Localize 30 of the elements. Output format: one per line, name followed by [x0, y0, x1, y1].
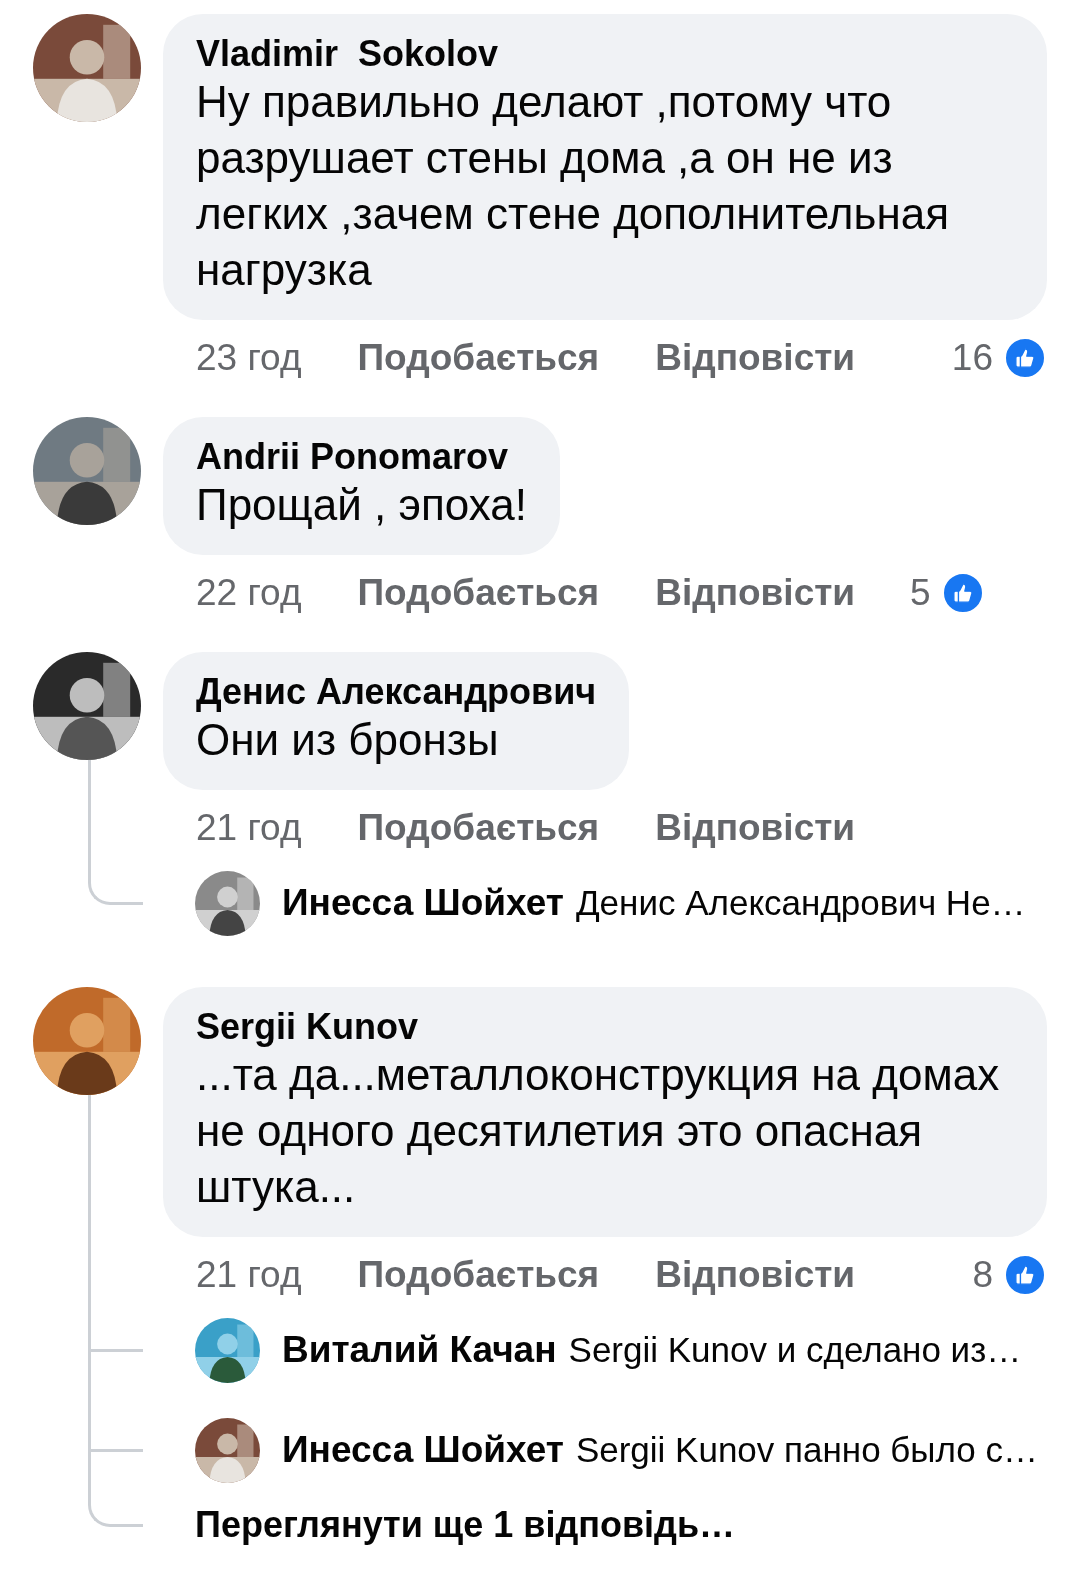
comment-author[interactable]: Andrii Ponomarov [196, 437, 527, 477]
reply-link[interactable]: Відповісти [655, 330, 856, 386]
like-link[interactable]: Подобається [357, 330, 600, 386]
comment-text: Они из бронзы [196, 714, 500, 766]
more-replies-link[interactable]: Переглянути ще 1 відповідь… [195, 1498, 736, 1552]
comment-author[interactable]: Sergii Kunov [196, 1007, 1014, 1047]
comment-time[interactable]: 23 год [196, 330, 302, 386]
comment-author[interactable]: Vladimir Sokolov [196, 34, 1014, 74]
reply-link[interactable]: Відповісти [655, 1247, 856, 1303]
comment-time[interactable]: 21 год [196, 1247, 302, 1303]
comment-author[interactable]: Денис Александрович [196, 672, 597, 712]
comment-time[interactable]: 22 год [196, 565, 302, 621]
reply-text: Денис Александрович Не… [575, 881, 1026, 924]
reply-author[interactable]: Инесса Шойхет [282, 875, 564, 931]
like-link[interactable]: Подобається [357, 565, 600, 621]
reply-link[interactable]: Відповісти [655, 565, 856, 621]
like-link[interactable]: Подобається [357, 800, 600, 856]
reply-text: Sergii Kunov панно было с… [575, 1428, 1039, 1471]
comment-text: ...та да...металлоконструкция на домах не одного десятилетия это опасная штука... [196, 1049, 1001, 1213]
reaction-count: 16 [951, 336, 993, 381]
reaction-count: 5 [910, 571, 931, 616]
reaction-count: 8 [972, 1253, 993, 1298]
reply-author[interactable]: Виталий Качан [282, 1322, 557, 1378]
reply-text: Sergii Kunov и сделано из… [568, 1328, 1022, 1371]
comment-text: Прощай , эпоха! [196, 479, 527, 531]
comment-time[interactable]: 21 год [196, 800, 302, 856]
comment-text: Ну правильно делают ,потому что разрушает стены дома ,а он не из легких ,зачем стене дополнительная нагрузка [196, 76, 951, 296]
reply-link[interactable]: Відповісти [655, 800, 856, 856]
reply-author[interactable]: Инесса Шойхет [282, 1422, 564, 1478]
like-link[interactable]: Подобається [357, 1247, 600, 1303]
